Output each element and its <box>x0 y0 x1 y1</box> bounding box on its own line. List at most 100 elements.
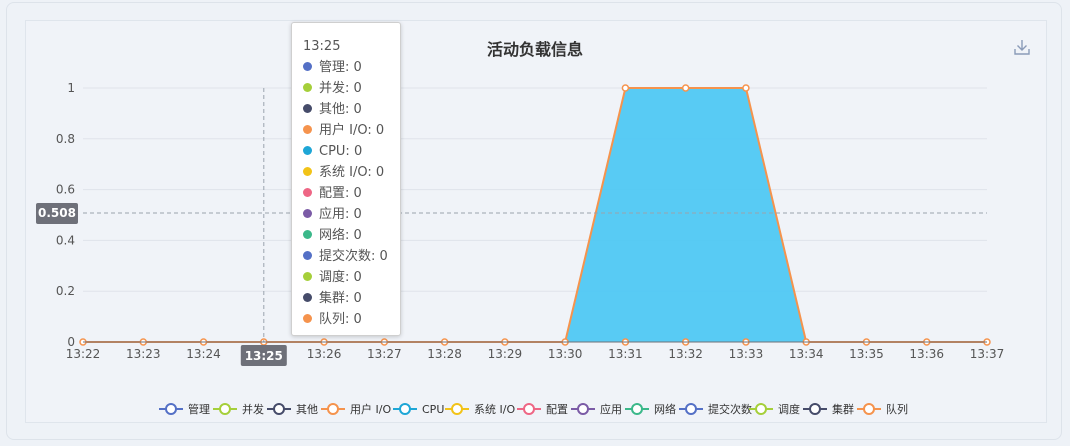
x-tick-label: 13:34 <box>789 347 824 361</box>
legend-label: 管理 <box>188 402 210 416</box>
tooltip-row-text: 并发: 0 <box>319 81 362 96</box>
tooltip-row: 集群: 0 <box>303 288 400 309</box>
legend-marker <box>273 403 285 415</box>
tooltip-dot <box>303 125 312 134</box>
x-tick-label: 13:24 <box>186 347 221 361</box>
x-tick-label: 13:26 <box>307 347 342 361</box>
legend-label: 应用 <box>600 402 622 416</box>
tooltip-dot <box>303 104 312 113</box>
crosshair-y-label: 0.508 <box>38 206 76 220</box>
tooltip-dot <box>303 167 312 176</box>
download-icon[interactable] <box>1013 38 1031 56</box>
legend-label: 其他 <box>296 403 318 416</box>
tooltip-row: CPU: 0 <box>303 141 400 162</box>
tooltip-dot <box>303 188 312 197</box>
x-tick-label: 13:35 <box>849 347 884 361</box>
tooltip-row: 网络: 0 <box>303 225 400 246</box>
legend-item[interactable]: 队列 <box>857 402 908 416</box>
tooltip-row: 调度: 0 <box>303 267 400 288</box>
legend-marker <box>577 403 589 415</box>
legend-marker <box>219 403 231 415</box>
legend-item[interactable]: 管理 <box>159 402 210 416</box>
data-point <box>742 84 750 92</box>
x-tick-label: 13:31 <box>608 347 643 361</box>
tooltip-row-text: 集群: 0 <box>319 291 362 306</box>
legend-item[interactable]: 提交次数 <box>679 402 752 416</box>
legend-marker <box>685 403 697 415</box>
tooltip-row-text: 用户 I/O: 0 <box>319 123 385 138</box>
y-tick-label: 0.2 <box>56 284 75 298</box>
x-tick-label: 13:32 <box>668 347 703 361</box>
legend-marker <box>451 403 463 415</box>
legend-marker <box>165 403 177 415</box>
legend-label: 调度 <box>778 402 800 416</box>
x-tick-label: 13:29 <box>488 347 523 361</box>
tooltip-row: 系统 I/O: 0 <box>303 162 400 183</box>
tooltip-time: 13:25 <box>303 39 341 54</box>
tooltip-row-text: 其他: 0 <box>319 102 362 117</box>
tooltip-row-text: 系统 I/O: 0 <box>319 165 385 180</box>
legend-marker <box>809 403 821 415</box>
activity-load-chart: 活动负载信息00.20.40.60.8113:22 13:23 13:24 13:26… <box>36 40 1005 416</box>
tooltip-row: 管理: 0 <box>303 57 400 78</box>
legend-item[interactable]: 系统 I/O <box>445 403 515 416</box>
series-line <box>83 87 987 343</box>
legend-label: 网络 <box>654 402 676 416</box>
x-tick-label: 13:33 <box>729 347 764 361</box>
crosshair-x-label: 13:25 <box>245 349 283 363</box>
legend-label: 配置 <box>546 403 568 416</box>
legend-item[interactable]: 网络 <box>625 402 676 416</box>
x-tick-label: 13:37 <box>970 347 1005 361</box>
legend-item[interactable]: 配置 <box>517 403 568 416</box>
tooltip-row: 其他: 0 <box>303 99 400 120</box>
chart-tooltip: 13:25 管理: 0 并发: 0 其他: 0 用户 I/O: 0 CPU: 0 系统 I… <box>291 22 401 336</box>
tooltip-dot <box>303 209 312 218</box>
legend-item[interactable]: 应用 <box>571 402 622 416</box>
data-point <box>621 84 630 92</box>
tooltip-row: 配置: 0 <box>303 183 400 204</box>
legend-label: 提交次数 <box>708 402 752 416</box>
tooltip-row: 提交次数: 0 <box>303 246 400 267</box>
tooltip-dot <box>303 230 312 239</box>
x-tick-label: 13:23 <box>126 347 161 361</box>
tooltip-dot <box>303 146 312 155</box>
x-tick-label: 13:36 <box>909 347 944 361</box>
tooltip-row-text: 网络: 0 <box>319 228 362 243</box>
legend-marker <box>863 403 875 415</box>
tooltip-row-text: 调度: 0 <box>319 270 362 285</box>
tooltip-row: 用户 I/O: 0 <box>303 120 400 141</box>
x-tick-label: 13:28 <box>427 347 462 361</box>
tooltip-rows: 管理: 0 并发: 0 其他: 0 用户 I/O: 0 CPU: 0 系统 I/O: 0 配… <box>303 57 400 330</box>
tooltip-row: 队列: 0 <box>303 309 400 330</box>
y-tick-label: 1 <box>67 81 75 95</box>
tooltip-dot <box>303 314 312 323</box>
x-tick-label: 13:27 <box>367 347 402 361</box>
tooltip-row-text: 管理: 0 <box>319 60 362 75</box>
y-tick-label: 0.4 <box>56 233 75 247</box>
tooltip-dot <box>303 83 312 92</box>
legend-label: 并发 <box>242 402 264 416</box>
tooltip-dot <box>303 62 312 71</box>
legend-item[interactable]: 并发 <box>213 402 264 416</box>
data-point <box>681 84 690 92</box>
legend-item[interactable]: 调度 <box>749 402 800 416</box>
y-tick-label: 0.6 <box>56 183 75 197</box>
tooltip-dot <box>303 272 312 281</box>
legend-item[interactable]: 用户 I/O <box>321 402 391 416</box>
legend-item[interactable]: CPU <box>393 403 444 416</box>
legend-marker <box>523 403 535 415</box>
legend-item[interactable]: 集群 <box>803 402 854 416</box>
y-tick-label: 0.8 <box>56 132 75 146</box>
legend-label: 集群 <box>832 402 854 416</box>
tooltip-row-text: 应用: 0 <box>319 207 362 222</box>
area-fill <box>83 88 987 342</box>
x-tick-label: 13:22 <box>66 347 101 361</box>
tooltip-dot <box>303 251 312 260</box>
legend-marker <box>327 403 339 415</box>
tooltip-row: 并发: 0 <box>303 78 400 99</box>
legend-item[interactable]: 其他 <box>267 403 318 416</box>
legend-label: 用户 I/O <box>350 402 391 416</box>
legend-marker <box>631 403 643 415</box>
legend-label: 系统 I/O <box>474 403 515 416</box>
tooltip-row-text: 提交次数: 0 <box>319 249 388 264</box>
